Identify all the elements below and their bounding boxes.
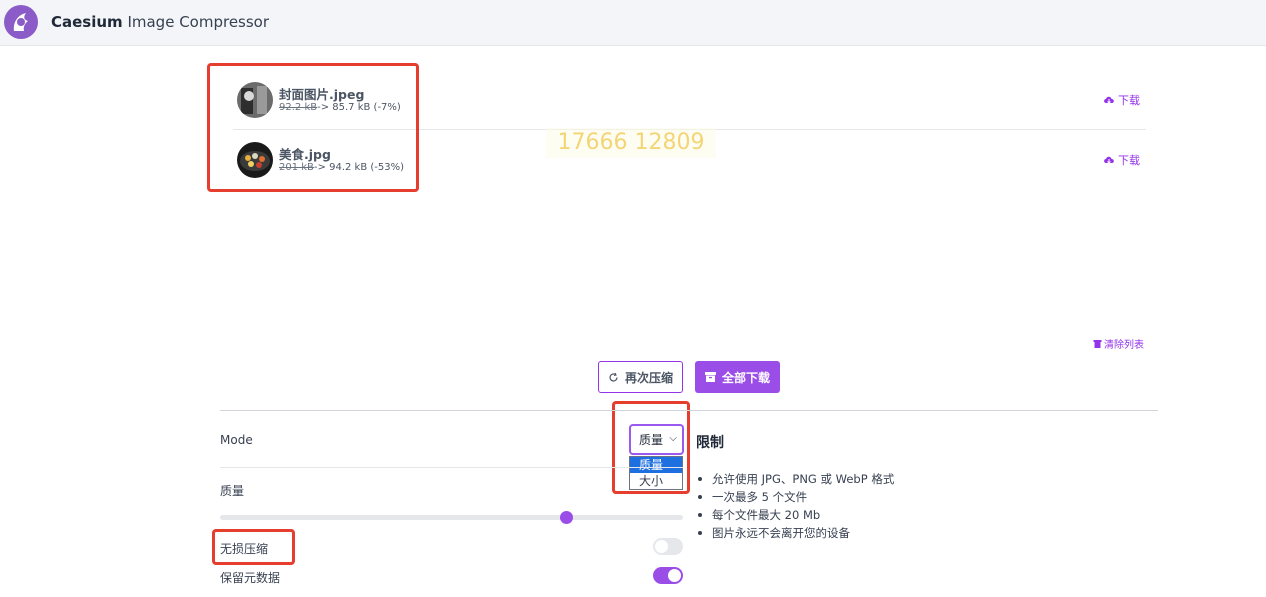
lossless-label: 无损压缩 <box>220 542 269 556</box>
mode-select[interactable]: 质量 ⌵ <box>629 424 684 455</box>
list-item: 允许使用 JPG、PNG 或 WebP 格式 <box>696 470 894 488</box>
download-all-button[interactable]: 全部下载 <box>695 361 780 393</box>
list-item: 图片永远不会离开您的设备 <box>696 524 894 542</box>
limits-title: 限制 <box>696 435 724 451</box>
caesium-logo-icon <box>4 5 38 39</box>
mode-label: Mode <box>220 433 253 447</box>
keep-metadata-toggle[interactable] <box>653 567 683 584</box>
keep-metadata-label: 保留元数据 <box>220 571 281 585</box>
quality-slider[interactable] <box>220 515 683 520</box>
lossless-toggle[interactable] <box>653 538 683 555</box>
top-bar: Caesium Image Compressor <box>0 0 1266 46</box>
section-divider <box>220 410 1158 411</box>
trash-icon <box>1093 340 1102 348</box>
quality-label: 质量 <box>220 484 245 498</box>
mode-dropdown: 质量 大小 <box>629 456 683 490</box>
quality-slider-handle[interactable] <box>560 511 573 524</box>
cloud-download-icon <box>1104 156 1114 164</box>
download-button[interactable]: 下载 <box>1103 92 1140 108</box>
list-item: 每个文件最大 20 Mb <box>696 506 894 524</box>
archive-icon <box>704 372 716 382</box>
chevron-down-icon: ⌵ <box>669 433 677 444</box>
download-button[interactable]: 下载 <box>1103 152 1140 168</box>
clear-list-button[interactable]: 清除列表 <box>1093 336 1144 351</box>
mode-option-size[interactable]: 大小 <box>630 473 682 489</box>
cloud-download-icon <box>1104 96 1114 104</box>
row-divider <box>220 467 683 468</box>
app-title: Caesium Image Compressor <box>51 13 270 31</box>
list-item: 一次最多 5 个文件 <box>696 488 894 506</box>
refresh-icon <box>609 372 618 381</box>
highlight-box-files <box>207 63 419 192</box>
recompress-button[interactable]: 再次压缩 <box>598 361 683 393</box>
watermark-text: 17666 12809 <box>546 128 716 158</box>
mode-option-quality[interactable]: 质量 <box>630 457 682 473</box>
limits-list: 允许使用 JPG、PNG 或 WebP 格式 一次最多 5 个文件 每个文件最大… <box>696 470 894 542</box>
